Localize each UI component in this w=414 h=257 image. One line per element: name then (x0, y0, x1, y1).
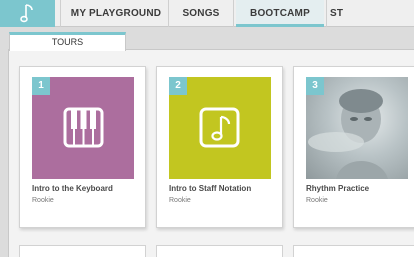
nav-tab-bootcamp[interactable]: BOOTCAMP (236, 0, 324, 27)
card-number-badge: 2 (169, 77, 187, 95)
card-thumbnail: 2 (169, 77, 271, 179)
tour-card-partial[interactable] (19, 245, 146, 257)
app-logo[interactable] (0, 0, 55, 27)
tour-card-partial[interactable] (156, 245, 283, 257)
tab-tours[interactable]: TOURS (9, 32, 126, 51)
card-level: Rookie (306, 197, 328, 204)
top-nav: MY PLAYGROUND SONGS BOOTCAMP ST (0, 0, 414, 27)
card-level: Rookie (32, 197, 54, 204)
card-title: Intro to the Keyboard (32, 184, 113, 193)
card-title: Intro to Staff Notation (169, 184, 252, 193)
nav-tab-my-playground[interactable]: MY PLAYGROUND (67, 0, 165, 27)
music-note-logo-icon (20, 4, 33, 23)
card-level: Rookie (169, 197, 191, 204)
card-title: Rhythm Practice (306, 184, 370, 193)
tour-card-rhythm-practice[interactable]: 3 Rhythm Practice Rookie (293, 66, 414, 228)
card-thumbnail: 1 (32, 77, 134, 179)
nav-tab-partial[interactable]: ST (330, 0, 350, 27)
tour-card-keyboard[interactable]: 1 Intro to the Keyboard Rookie (19, 66, 146, 228)
card-number-badge: 3 (306, 77, 324, 95)
card-thumbnail: 3 (306, 77, 408, 179)
nav-tab-songs[interactable]: SONGS (172, 0, 230, 27)
tour-card-staff-notation[interactable]: 2 Intro to Staff Notation Rookie (156, 66, 283, 228)
card-number-badge: 1 (32, 77, 50, 95)
tour-card-partial[interactable] (293, 245, 414, 257)
